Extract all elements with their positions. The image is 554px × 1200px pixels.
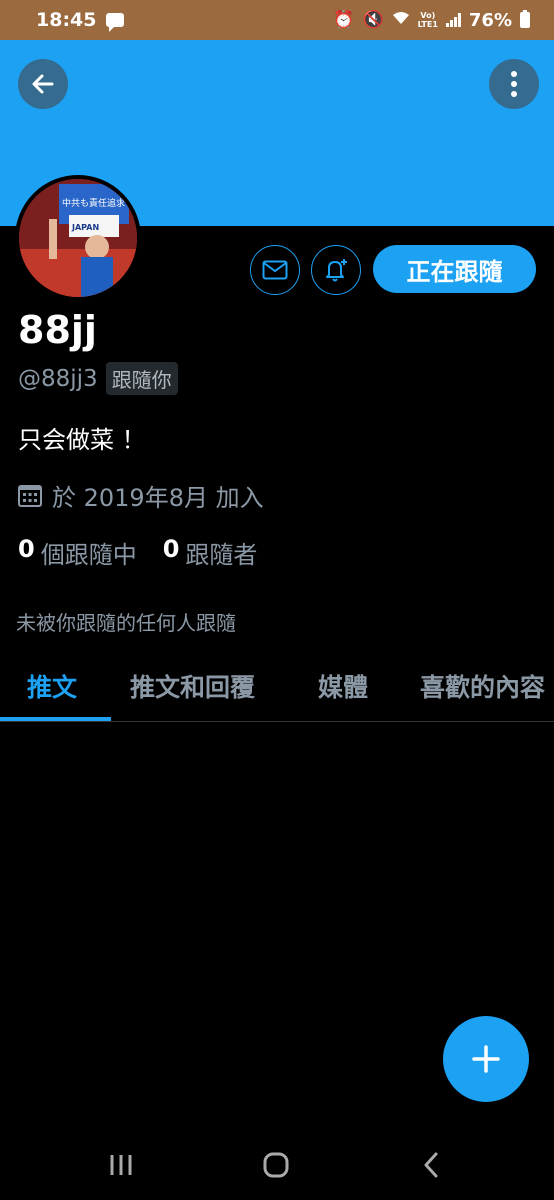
avatar[interactable]: 中共も責任追求 JAPAN	[15, 175, 141, 301]
following-link[interactable]: 0 個跟隨中	[18, 535, 137, 570]
more-options-button[interactable]	[489, 59, 539, 109]
compose-button[interactable]	[443, 1016, 529, 1102]
back-button[interactable]	[18, 59, 68, 109]
tab-media[interactable]: 媒體	[318, 668, 368, 704]
tab-tweets[interactable]: 推文	[27, 668, 77, 704]
home-button[interactable]	[256, 1148, 296, 1182]
wifi-icon	[392, 11, 410, 29]
battery-icon	[520, 10, 530, 28]
signal-icon	[445, 13, 461, 27]
avatar-sign-japan: JAPAN	[71, 223, 99, 232]
followers-link[interactable]: 0 跟隨者	[163, 535, 258, 570]
avatar-photo: 中共も責任追求 JAPAN	[19, 179, 137, 297]
following-label: 個跟隨中	[40, 541, 137, 569]
more-vertical-icon	[511, 71, 517, 97]
network-bottom-label: LTE1	[417, 20, 438, 29]
bio: 只会做菜 ！	[18, 426, 146, 454]
followers-count: 0	[162, 535, 180, 563]
status-icons: ⏰ 🔇 Vo) LTE1 76%	[333, 10, 530, 31]
joined-date-text: 於 2019年8月 加入	[52, 484, 264, 512]
followers-label: 跟隨者	[185, 541, 258, 569]
tab-tweets-replies[interactable]: 推文和回覆	[130, 668, 255, 704]
display-name: 88jj	[18, 308, 97, 352]
follow-counts: 0 個跟隨中 0 跟隨者	[18, 535, 257, 570]
profile-tabs: 推文 推文和回覆 媒體 喜歡的內容	[0, 660, 554, 722]
battery-percent: 76%	[468, 9, 512, 31]
notify-button[interactable]	[311, 245, 361, 295]
home-icon	[263, 1152, 289, 1178]
envelope-icon	[262, 260, 288, 280]
network-type-icon: Vo) LTE1	[418, 11, 438, 29]
message-button[interactable]	[250, 245, 300, 295]
chevron-left-icon	[424, 1152, 438, 1178]
active-tab-indicator	[0, 717, 111, 721]
following-count: 0	[18, 535, 35, 563]
avatar-sign-text: 中共も責任追求	[62, 197, 125, 209]
chat-notification-icon	[106, 13, 125, 32]
system-nav-bar	[0, 1130, 554, 1200]
tab-likes[interactable]: 喜歡的內容	[420, 668, 545, 704]
alarm-icon: ⏰	[333, 9, 355, 30]
recent-apps-icon	[110, 1155, 132, 1175]
status-time: 18:45	[36, 9, 97, 31]
not-followed-text: 未被你跟隨的任何人跟隨	[16, 611, 236, 635]
arrow-left-icon	[32, 74, 54, 94]
recent-apps-button[interactable]	[101, 1148, 141, 1182]
joined-date-row: 於 2019年8月 加入	[18, 478, 264, 513]
handle-row: @88jj3 跟隨你	[18, 362, 178, 395]
profile-screen: 18:45 ⏰ 🔇 Vo) LTE1 76% 中共も責任追求 JAPAN 正在跟…	[0, 0, 554, 1200]
network-top-label: Vo)	[420, 11, 436, 20]
status-bar: 18:45 ⏰ 🔇 Vo) LTE1 76%	[0, 0, 554, 40]
bell-plus-icon	[326, 259, 347, 282]
system-back-button[interactable]	[411, 1148, 451, 1182]
calendar-icon	[18, 484, 42, 507]
follows-you-badge: 跟隨你	[105, 362, 178, 395]
following-button[interactable]: 正在跟隨	[373, 245, 536, 293]
handle: @88jj3	[18, 365, 98, 392]
mute-icon: 🔇	[362, 9, 384, 30]
plus-icon	[472, 1045, 500, 1073]
